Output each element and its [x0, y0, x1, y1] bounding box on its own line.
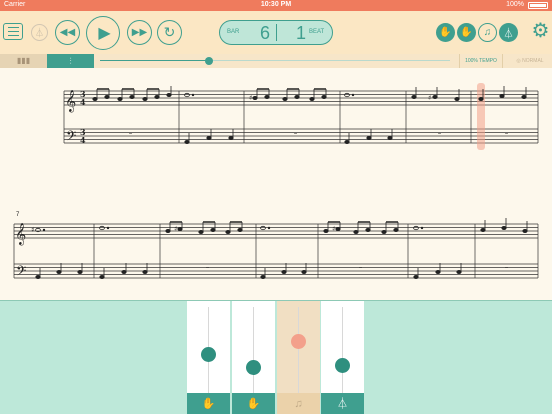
measure-number: 7 [16, 212, 20, 218]
left-hand-icon[interactable]: ✋ [232, 393, 275, 414]
clock: 10:30 PM [260, 1, 292, 8]
score-canvas: 𝄞 𝄢 3 4 3 4 ♯ ♯ 𝄼 𝄼 𝄼 𝄼 7 𝄞 𝄢 𝄼 𝄼 𝄼 ♯ ♯ … [13, 83, 539, 282]
system-1-symbols: 𝄞 𝄢 3 4 3 4 ♯ ♯ 𝄼 𝄼 𝄼 𝄼 [65, 86, 527, 147]
battery-percent: 100% [506, 1, 524, 8]
playhead [477, 83, 485, 150]
left-hand-toggle[interactable]: ✋ [457, 23, 476, 42]
volume-track [298, 307, 299, 393]
right-hand-icon: ✋ [439, 27, 452, 38]
svg-text:𝄼: 𝄼 [129, 130, 132, 139]
gear-icon: ⚙ [531, 20, 550, 42]
tempo-button[interactable]: 100% TEMPO [459, 54, 503, 68]
play-icon: ▶ [98, 25, 111, 42]
bar-beat-counter: BAR 6 1 BEAT [219, 20, 333, 45]
menu-icon-line [7, 30, 19, 33]
battery-icon [528, 2, 548, 9]
metronome-icon: ⏃ [34, 28, 44, 38]
loop-icon: ↻ [163, 24, 176, 40]
speed-mode-button[interactable]: ◎ NORMAL [509, 54, 551, 68]
bar-value: 6 [260, 23, 271, 43]
system-2 [13, 223, 539, 279]
bass-clef: 𝄢 [66, 128, 76, 147]
accompaniment-toggle[interactable]: ♫ [478, 23, 497, 42]
volume-knob[interactable] [201, 347, 216, 363]
svg-text:𝄼: 𝄼 [505, 130, 508, 139]
metronome-toggle[interactable]: ⏃ [499, 23, 518, 42]
position-knob[interactable] [204, 57, 213, 65]
settings-button[interactable]: ⚙ [530, 21, 551, 42]
right-hand-icon[interactable]: ✋ [187, 393, 230, 414]
mixer-strip-4[interactable]: ⏃ [321, 301, 364, 414]
svg-text:𝄼: 𝄼 [438, 130, 441, 139]
volume-track [253, 307, 254, 393]
rewind-icon: ◀◀ [59, 27, 76, 38]
svg-text:𝄼: 𝄼 [294, 130, 297, 139]
fast-forward-button[interactable]: ▶▶ [127, 20, 152, 45]
metronome-icon[interactable]: ⏃ [321, 393, 364, 414]
status-bar: Carrier 10:30 PM 100% [0, 0, 552, 11]
svg-text:♯: ♯ [332, 225, 335, 233]
play-button[interactable]: ▶ [86, 16, 120, 50]
svg-text:♯: ♯ [174, 225, 177, 233]
beat-label: BEAT [309, 29, 325, 35]
bass-clef: 𝄢 [16, 263, 26, 282]
position-fill [100, 60, 209, 61]
svg-text:♯: ♯ [249, 94, 252, 102]
svg-text:♯: ♯ [31, 226, 34, 234]
rewind-button[interactable]: ◀◀ [55, 20, 80, 45]
treble-clef: 𝄞 [15, 223, 26, 246]
svg-text:𝄼: 𝄼 [206, 264, 209, 273]
mixer-strip-3[interactable]: ♫ [277, 301, 320, 414]
volume-knob[interactable] [335, 358, 350, 374]
system-1 [63, 90, 539, 144]
mixer-panel: ✋ ✋ ♫ ⏃ [0, 300, 552, 414]
mixer-strip-1[interactable]: ✋ [187, 301, 230, 414]
toolbar: ⏃ ◀◀ ▶ ▶▶ ↻ BAR 6 1 BEAT ✋ ✋ ♫ ⏃ ⚙ [0, 11, 552, 54]
sheet-music[interactable]: 𝄞 𝄢 3 4 3 4 ♯ ♯ 𝄼 𝄼 𝄼 𝄼 7 𝄞 𝄢 𝄼 𝄼 𝄼 ♯ ♯ … [0, 68, 552, 300]
time-signature: 4 [80, 135, 86, 145]
treble-notes [92, 86, 527, 101]
count-in-button[interactable]: ⏃ [31, 24, 48, 41]
time-signature: 4 [80, 97, 86, 107]
speed-mode-label: NORMAL [522, 58, 544, 64]
svg-text:♯: ♯ [428, 94, 431, 102]
metronome-icon: ⏃ [503, 29, 514, 40]
bar-label: BAR [227, 29, 240, 35]
beat-value: 1 [296, 23, 307, 43]
secondary-bar: ▮▮▮ ⫶ 100% TEMPO ◎ NORMAL [0, 54, 552, 68]
volume-knob[interactable] [291, 334, 306, 350]
left-hand-icon: ✋ [460, 27, 473, 38]
treble-clef: 𝄞 [65, 90, 76, 113]
volume-knob[interactable] [246, 360, 261, 376]
counter-divider [276, 24, 277, 41]
sliders-icon: ⫶ [69, 56, 72, 66]
mixer-tab[interactable]: ⫶ [47, 54, 94, 68]
piano-keys-icon: ▮▮▮ [16, 56, 31, 65]
svg-text:𝄼: 𝄼 [505, 264, 508, 273]
right-hand-toggle[interactable]: ✋ [436, 23, 455, 42]
volume-track [342, 307, 343, 393]
fast-forward-icon: ▶▶ [131, 27, 148, 38]
menu-icon-line [7, 34, 19, 37]
menu-button[interactable] [3, 23, 23, 40]
loop-button[interactable]: ↻ [157, 20, 182, 45]
mixer-strip-2[interactable]: ✋ [232, 301, 275, 414]
music-note-icon[interactable]: ♫ [277, 393, 320, 414]
svg-text:𝄼: 𝄼 [359, 264, 362, 273]
menu-icon-line [7, 26, 19, 29]
keyboard-tab[interactable]: ▮▮▮ [0, 54, 47, 68]
music-note-icon: ♫ [483, 27, 492, 38]
